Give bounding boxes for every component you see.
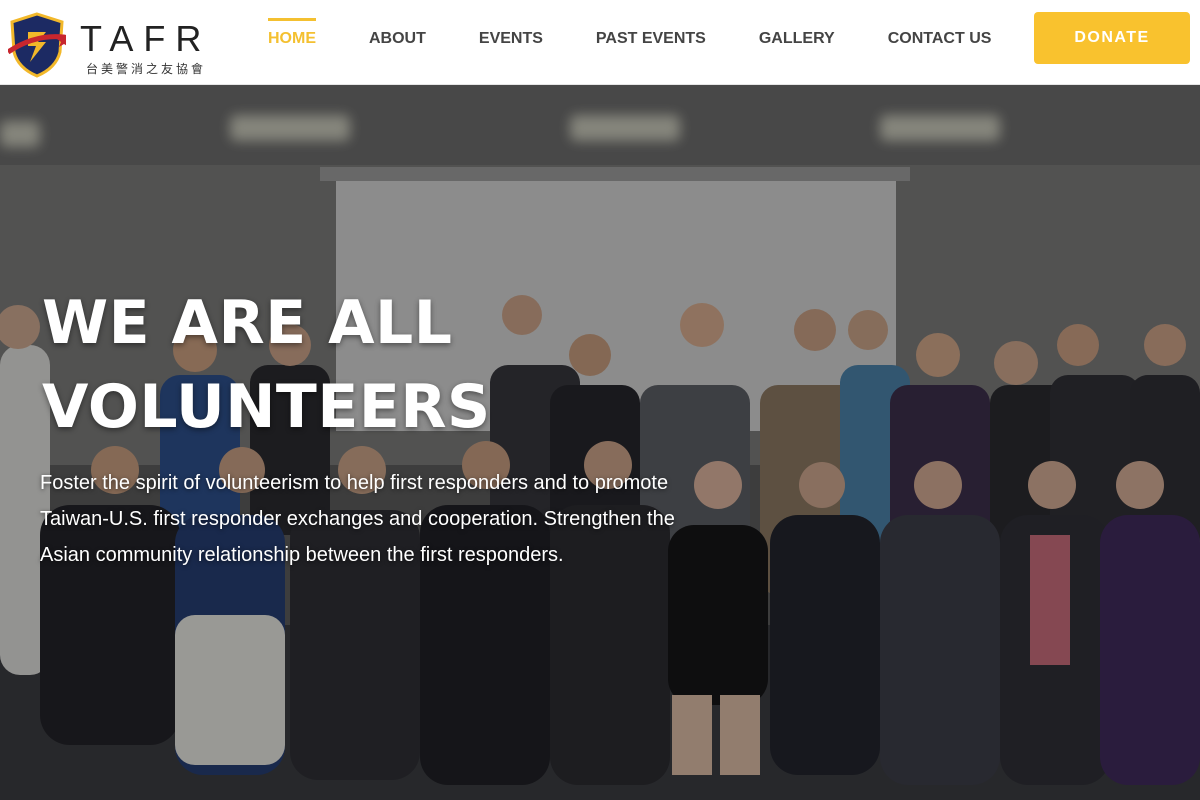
- site-logo[interactable]: TAFR 台美警消之友協會: [8, 8, 218, 78]
- logo-subtitle: 台美警消之友協會: [86, 62, 207, 76]
- main-nav: HOME ABOUT EVENTS PAST EVENTS GALLERY CO…: [268, 0, 1044, 84]
- hero-headline-line1: WE ARE ALL: [42, 288, 453, 358]
- logo-text: TAFR: [80, 18, 212, 59]
- hero-headline-line2: VOLUNTEERS: [42, 372, 491, 442]
- hero-description: Foster the spirit of volunteerism to hel…: [40, 472, 675, 566]
- donate-button[interactable]: DONATE: [1034, 12, 1190, 64]
- hero-banner: WE ARE ALL VOLUNTEERS Foster the spirit …: [0, 85, 1200, 800]
- shield-logo-icon: [8, 12, 66, 78]
- site-header: TAFR 台美警消之友協會 HOME ABOUT EVENTS PAST EVE…: [0, 0, 1200, 85]
- nav-events[interactable]: EVENTS: [479, 0, 543, 84]
- hero-headline: WE ARE ALL VOLUNTEERS: [42, 281, 602, 449]
- nav-contact-us[interactable]: CONTACT US: [888, 0, 992, 84]
- nav-about[interactable]: ABOUT: [369, 0, 426, 84]
- nav-past-events[interactable]: PAST EVENTS: [596, 0, 706, 84]
- nav-home[interactable]: HOME: [268, 0, 316, 84]
- nav-gallery[interactable]: GALLERY: [759, 0, 835, 84]
